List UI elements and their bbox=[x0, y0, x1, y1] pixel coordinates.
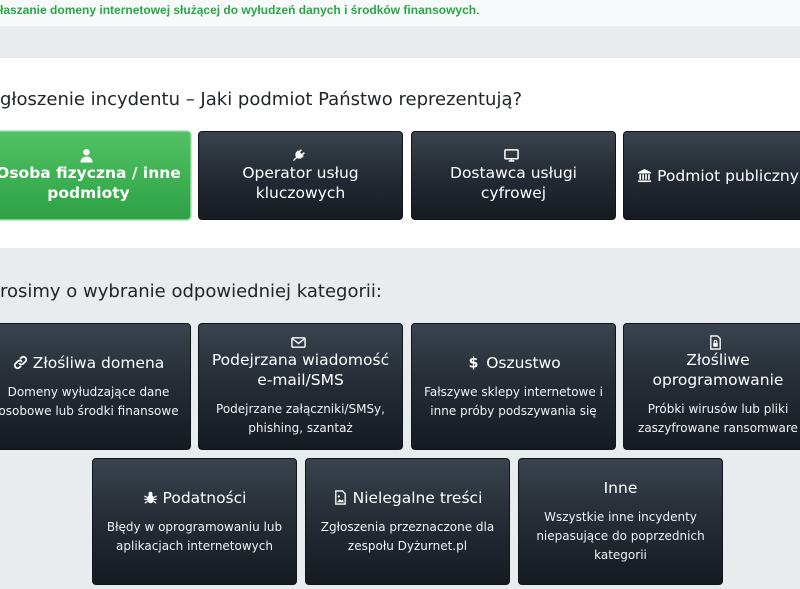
category-illegal-content[interactable]: Nielegalne treści Zgłoszenia przeznaczon… bbox=[305, 458, 510, 585]
category-description: Fałszywe sklepy internetowe i inne próby… bbox=[424, 384, 603, 418]
entity-option-individual[interactable]: Osoba fizyczna / inne podmioty bbox=[0, 131, 191, 220]
file-lock-icon bbox=[708, 335, 723, 350]
category-suspicious-message[interactable]: Podejrzana wiadomość e-mail/SMS Podejrza… bbox=[198, 323, 403, 450]
category-label: Podejrzana wiadomość e-mail/SMS bbox=[211, 351, 390, 389]
notice-bar: łaszanie domeny internetowej służącej do… bbox=[0, 0, 800, 26]
entity-option-head: Osoba fizyczna / inne podmioty bbox=[0, 148, 182, 203]
category-vulnerabilities[interactable]: Podatności Błędy w oprogramowaniu lub ap… bbox=[92, 458, 297, 585]
category-malicious-domain[interactable]: Złośliwa domena Domeny wyłudzające dane … bbox=[0, 323, 191, 450]
notice-message: łaszanie domeny internetowej służącej do… bbox=[0, 3, 477, 17]
category-head: Nielegalne treści bbox=[333, 488, 483, 508]
category-head: Złośliwe oprogramowanie bbox=[632, 335, 800, 390]
category-label: Nielegalne treści bbox=[352, 488, 483, 507]
entity-option-label: Podmiot publiczny bbox=[657, 166, 799, 185]
category-head: $ Oszustwo bbox=[466, 353, 561, 373]
entity-option-digital-provider[interactable]: Dostawca usługi cyfrowej bbox=[411, 131, 616, 220]
entity-option-label: Dostawca usługi cyfrowej bbox=[450, 164, 577, 202]
entity-option-head: Podmiot publiczny bbox=[637, 166, 799, 186]
category-head: Podatności bbox=[143, 488, 247, 508]
category-description: Domeny wyłudzające dane osobowe lub środ… bbox=[0, 384, 179, 418]
entity-option-public-entity[interactable]: Podmiot publiczny bbox=[623, 131, 800, 220]
category-fraud[interactable]: $ Oszustwo Fałszywe sklepy internetowe i… bbox=[411, 323, 616, 450]
category-description: Wszystkie inne incydenty niepasujące do … bbox=[536, 510, 705, 562]
category-label: Złośliwe oprogramowanie bbox=[652, 351, 784, 389]
entity-option-key-operator[interactable]: Operator usług kluczowych bbox=[198, 131, 403, 220]
entity-option-label: Osoba fizyczna / inne podmioty bbox=[0, 164, 181, 202]
category-section-title: rosimy o wybranie odpowiedniej kategorii… bbox=[0, 281, 382, 302]
category-head: Złośliwa domena bbox=[13, 353, 165, 373]
envelope-icon bbox=[290, 335, 306, 350]
category-label: Inne bbox=[603, 479, 638, 497]
category-other[interactable]: Inne Wszystkie inne incydenty niepasując… bbox=[518, 458, 723, 585]
entity-option-label: Operator usług kluczowych bbox=[242, 164, 359, 202]
image-icon bbox=[333, 490, 348, 505]
link-icon bbox=[13, 355, 28, 370]
category-head: Podejrzana wiadomość e-mail/SMS bbox=[207, 335, 394, 390]
entity-option-head: Operator usług kluczowych bbox=[207, 148, 394, 203]
dollar-icon: $ bbox=[466, 355, 481, 370]
category-description: Próbki wirusów lub pliki zaszyfrowane ra… bbox=[638, 402, 798, 435]
user-icon bbox=[79, 148, 94, 163]
category-description: Błędy w oprogramowaniu lub aplikacjach i… bbox=[106, 519, 283, 553]
category-description: Zgłoszenia przeznaczone dla zespołu Dyżu… bbox=[320, 519, 495, 553]
category-label: Złośliwa domena bbox=[32, 353, 165, 372]
category-label: Podatności bbox=[162, 488, 247, 507]
institution-icon bbox=[637, 168, 652, 183]
category-description: Podejrzane załączniki/SMSy, phishing, sz… bbox=[216, 402, 385, 435]
entity-section-title: głoszenie incydentu – Jaki podmiot Państ… bbox=[0, 89, 523, 110]
plug-icon bbox=[291, 148, 306, 163]
category-label: Oszustwo bbox=[486, 353, 561, 372]
entity-option-head: Dostawca usługi cyfrowej bbox=[420, 148, 607, 203]
category-head: Inne bbox=[604, 478, 638, 498]
notice-trailing: . bbox=[476, 3, 480, 17]
category-malware[interactable]: Złośliwe oprogramowanie Próbki wirusów l… bbox=[623, 323, 800, 450]
bug-icon bbox=[143, 490, 158, 505]
svg-text:$: $ bbox=[469, 356, 479, 370]
monitor-icon bbox=[503, 148, 519, 163]
notice-text: łaszanie domeny internetowej służącej do… bbox=[0, 3, 479, 17]
